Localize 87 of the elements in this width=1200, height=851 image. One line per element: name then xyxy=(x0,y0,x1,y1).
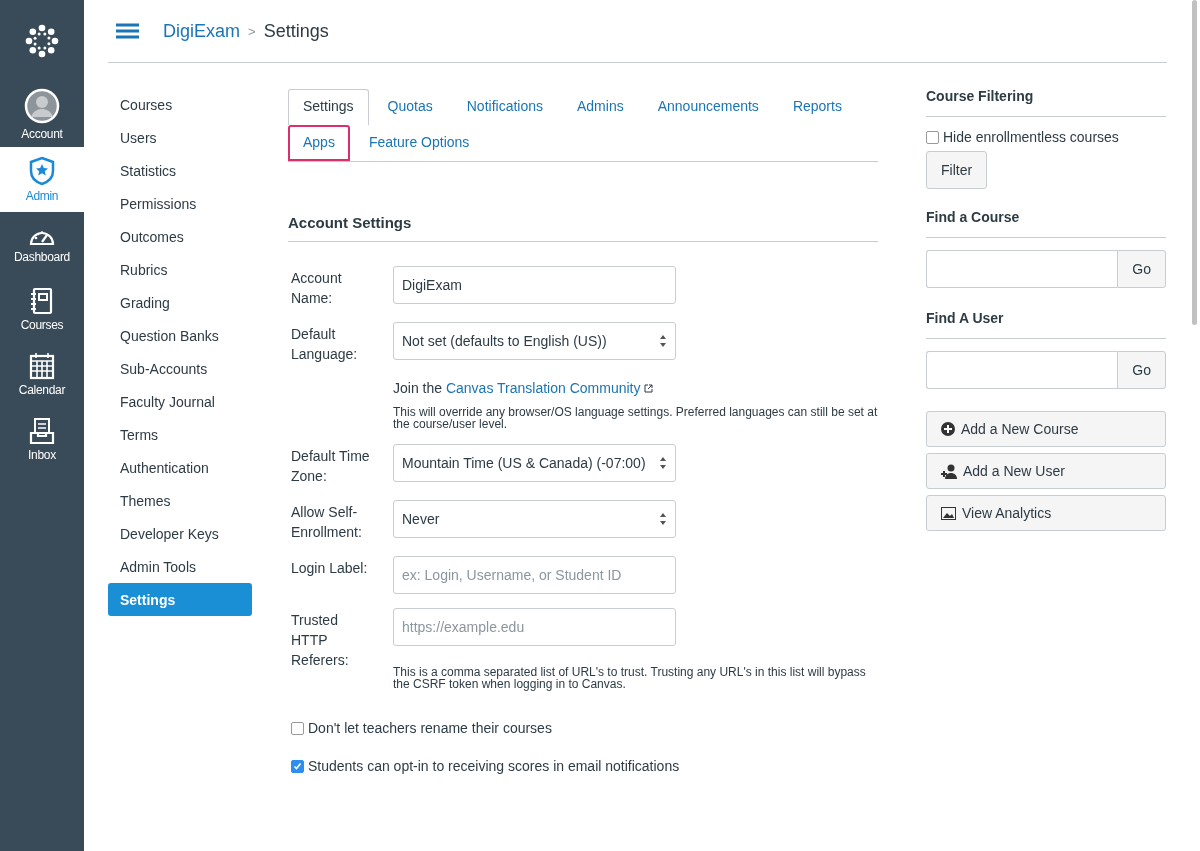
tab[interactable]: Notifications xyxy=(451,89,558,125)
admin-nav-item[interactable]: Question Banks xyxy=(108,319,252,352)
action-button[interactable]: Add a New User xyxy=(926,453,1166,489)
field-label: Default Time Zone: xyxy=(291,447,371,486)
breadcrumb-item: Settings xyxy=(263,20,329,42)
filter-button[interactable]: Filter xyxy=(926,151,988,189)
external-link-icon xyxy=(644,384,654,393)
dropdown[interactable]: Never xyxy=(393,500,676,538)
dropdown[interactable]: Not set (defaults to English (US)) xyxy=(393,322,676,360)
dropdown[interactable]: Mountain Time (US & Canada) (-07:00) xyxy=(393,444,676,482)
sort-arrows-icon xyxy=(659,456,667,470)
admin-nav-item[interactable]: Permissions xyxy=(108,187,252,220)
admin-nav-item[interactable]: Courses xyxy=(108,88,252,121)
field-label: Default Language: xyxy=(291,325,359,364)
tab[interactable]: Announcements xyxy=(642,89,774,125)
admin-nav-item[interactable]: Users xyxy=(108,121,252,154)
tab[interactable]: Admins xyxy=(562,89,639,125)
notebook-icon xyxy=(30,287,54,315)
action-button[interactable]: Add a New Course xyxy=(926,411,1166,447)
go-button[interactable]: Go xyxy=(1117,351,1166,389)
nav-item[interactable]: Courses xyxy=(0,277,84,342)
admin-nav-item[interactable]: Themes xyxy=(108,484,252,517)
nav-label: Inbox xyxy=(28,448,56,462)
checkbox[interactable] xyxy=(291,759,304,773)
help-text: This is a comma separated list of URL's to trust. Trusting any URL's in this list will bypass the CSRF token when logging in to Canvas. xyxy=(393,666,867,690)
image-icon xyxy=(941,506,956,520)
nav-label: Account xyxy=(21,127,63,141)
nav-label: Admin xyxy=(25,189,59,203)
breadcrumb-separator: > xyxy=(248,23,256,39)
check-icon xyxy=(293,761,302,771)
join-text: Join the Canvas Translation Community xyxy=(393,380,878,396)
field-label: Allow Self-Enrollment: xyxy=(291,503,363,542)
sort-arrows-icon xyxy=(659,334,667,348)
nav-item[interactable]: Inbox xyxy=(0,407,84,472)
nav-item[interactable]: Calendar xyxy=(0,342,84,407)
checkbox-label: Don't let teachers rename their courses xyxy=(308,720,552,736)
inbox-tray-icon xyxy=(29,417,55,445)
section-title: Find a Course xyxy=(926,209,1166,238)
field-label: Account Name: xyxy=(291,269,343,308)
avatar-icon xyxy=(24,88,60,124)
calendar-icon xyxy=(29,352,55,380)
admin-nav-item[interactable]: Terms xyxy=(108,418,252,451)
nav-item[interactable]: Dashboard xyxy=(0,212,84,277)
admin-nav-item[interactable]: Sub-Accounts xyxy=(108,352,252,385)
checkbox[interactable] xyxy=(926,130,939,144)
checkbox-label: Hide enrollmentless courses xyxy=(943,129,1119,145)
admin-nav-item[interactable]: Statistics xyxy=(108,154,252,187)
tab[interactable]: Quotas xyxy=(372,89,448,125)
menu-icon[interactable] xyxy=(116,23,139,39)
tab[interactable]: Feature Options xyxy=(353,125,485,161)
admin-nav-item[interactable]: Grading xyxy=(108,286,252,319)
admin-nav-item[interactable]: Admin Tools xyxy=(108,550,252,583)
scrollbar[interactable] xyxy=(1192,0,1197,325)
text-input[interactable]: DigiExam xyxy=(393,266,676,304)
tab[interactable]: Settings xyxy=(288,89,369,125)
add-user-icon xyxy=(941,463,957,479)
tab[interactable]: Reports xyxy=(777,89,857,125)
admin-nav-item[interactable]: Authentication xyxy=(108,451,252,484)
nav-item[interactable]: Account xyxy=(0,82,84,147)
translation-link[interactable]: Canvas Translation Community xyxy=(445,380,654,396)
nav-item[interactable]: Admin xyxy=(0,147,84,212)
field-label: Trusted HTTP Referers: xyxy=(291,611,350,670)
field-label: Login Label: xyxy=(291,559,369,578)
section-title: Course Filtering xyxy=(926,88,1166,117)
search-field[interactable] xyxy=(926,351,1118,389)
nav-label: Calendar xyxy=(18,383,66,397)
sort-arrows-icon xyxy=(659,512,667,526)
shield-star-icon xyxy=(28,156,56,186)
checkbox[interactable] xyxy=(291,721,304,735)
admin-nav-item[interactable]: Rubrics xyxy=(108,253,252,286)
breadcrumb-item[interactable]: DigiExam xyxy=(163,20,241,42)
section-title: Find A User xyxy=(926,310,1166,339)
nav-label: Dashboard xyxy=(14,250,70,264)
go-button[interactable]: Go xyxy=(1117,250,1166,288)
nav-label: Courses xyxy=(20,318,64,332)
plus-circle-icon xyxy=(941,422,955,436)
admin-nav-item[interactable]: Developer Keys xyxy=(108,517,252,550)
tab[interactable]: Apps xyxy=(288,125,350,161)
admin-nav-item[interactable]: Faculty Journal xyxy=(108,385,252,418)
checkbox-label: Students can opt-in to receiving scores in email notifications xyxy=(308,758,680,774)
help-text: This will override any browser/OS language settings. Preferred languages can still be set at the course/user level. xyxy=(393,406,878,430)
action-button[interactable]: View Analytics xyxy=(926,495,1166,531)
admin-nav-item[interactable]: Outcomes xyxy=(108,220,252,253)
admin-nav-item[interactable]: Settings xyxy=(108,583,252,616)
logo-icon[interactable] xyxy=(24,23,60,59)
search-field[interactable] xyxy=(926,250,1118,288)
section-title: Account Settings xyxy=(288,214,878,242)
